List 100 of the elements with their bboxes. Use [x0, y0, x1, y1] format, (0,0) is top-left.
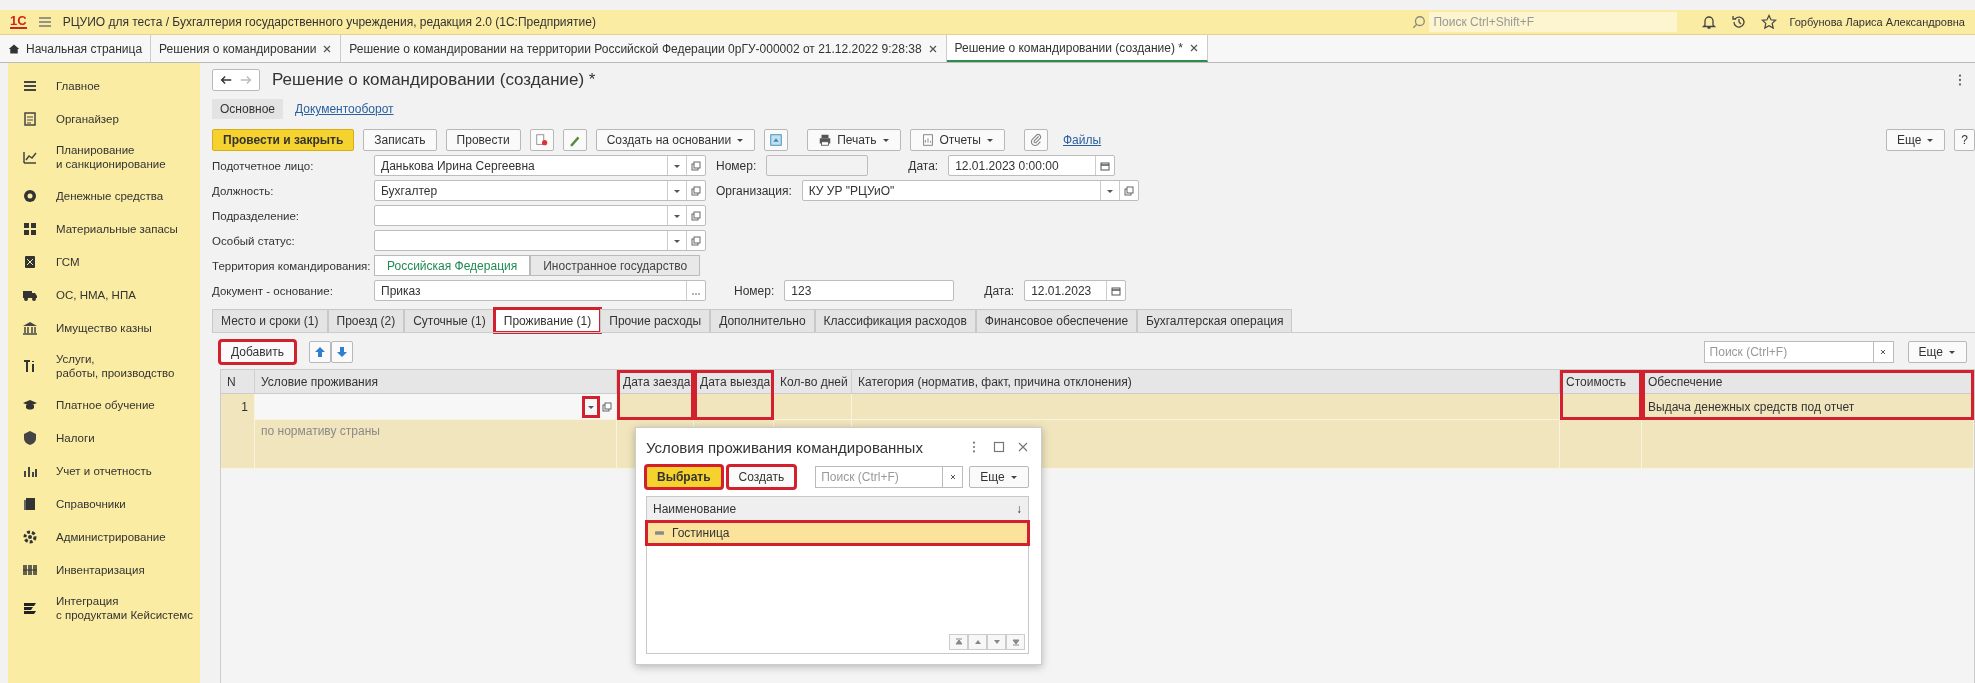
- section-link[interactable]: Основное: [212, 99, 283, 119]
- window-tab[interactable]: Решения о командировании: [151, 35, 342, 62]
- number-field[interactable]: [766, 155, 869, 176]
- save-button[interactable]: Записать: [363, 129, 437, 151]
- first-button[interactable]: [949, 634, 968, 650]
- down-button[interactable]: [987, 634, 1006, 650]
- structure-button[interactable]: [764, 129, 789, 151]
- column-header[interactable]: Кол-во дней: [774, 370, 852, 394]
- sidebar-item[interactable]: Платное обучение: [8, 388, 200, 421]
- select-field[interactable]: [374, 230, 706, 251]
- history-icon[interactable]: [1731, 14, 1748, 30]
- create-button[interactable]: Создать: [727, 466, 796, 488]
- date-field[interactable]: 12.01.2023 0:00:00: [948, 155, 1116, 176]
- document-action-button[interactable]: [562, 129, 587, 151]
- close-icon[interactable]: [1188, 42, 1199, 53]
- sidebar-item[interactable]: Интеграция с продуктами Кейсистемс: [8, 586, 200, 630]
- sidebar-item[interactable]: Справочники: [8, 487, 200, 520]
- open-icon[interactable]: [691, 185, 701, 196]
- sidebar-item[interactable]: Администрирование: [8, 520, 200, 553]
- select-button[interactable]: Выбрать: [646, 466, 722, 488]
- more-button[interactable]: Еще: [1885, 129, 1946, 151]
- move-up-button[interactable]: [309, 341, 332, 363]
- window-tab[interactable]: Начальная страница: [0, 35, 152, 62]
- search-field[interactable]: Поиск Ctrl+Shift+F: [1429, 12, 1678, 32]
- create-based-on-button[interactable]: Создать на основании: [595, 129, 756, 151]
- sidebar-item[interactable]: Планирование и санкционирование: [8, 135, 200, 179]
- dropdown-button[interactable]: [584, 397, 598, 416]
- sidebar-item[interactable]: Органайзер: [8, 102, 200, 135]
- more-button[interactable]: Еще: [969, 466, 1029, 488]
- navigation-buttons[interactable]: [212, 69, 260, 91]
- select-field[interactable]: Приказ: [374, 280, 706, 301]
- select-field[interactable]: Бухгалтер: [374, 180, 706, 201]
- open-icon[interactable]: [1123, 185, 1134, 196]
- sidebar-item[interactable]: Услуги, работы, производство: [8, 344, 200, 388]
- close-icon[interactable]: [1017, 441, 1029, 453]
- list-item[interactable]: Гостиница: [647, 522, 1028, 544]
- search-field[interactable]: Поиск (Ctrl+F): [815, 466, 944, 488]
- sidebar-item[interactable]: Главное: [8, 69, 200, 102]
- select-field[interactable]: Данькова Ирина Сергеевна: [374, 155, 706, 176]
- close-icon[interactable]: [927, 43, 938, 54]
- back-arrow-icon[interactable]: [219, 73, 233, 87]
- tab[interactable]: Проезд (2): [327, 309, 405, 332]
- calendar-icon[interactable]: [1100, 160, 1111, 171]
- tab[interactable]: Дополнительно: [710, 309, 815, 332]
- select-field[interactable]: [374, 205, 706, 226]
- move-down-button[interactable]: [331, 341, 354, 363]
- home-icon: [8, 42, 20, 55]
- tab[interactable]: Классификация расходов: [814, 309, 976, 332]
- tab[interactable]: Финансовое обеспечение: [975, 309, 1138, 332]
- post-and-close-button[interactable]: Провести и закрыть: [212, 129, 355, 151]
- reports-button[interactable]: Отчеты: [909, 129, 1005, 151]
- tab[interactable]: Суточные (1): [404, 309, 495, 332]
- up-button[interactable]: [968, 634, 987, 650]
- add-button[interactable]: Добавить: [220, 341, 296, 363]
- sidebar-item[interactable]: Учет и отчетность: [8, 454, 200, 487]
- tab[interactable]: Бухгалтерская операция: [1137, 309, 1293, 332]
- open-icon[interactable]: [691, 160, 701, 171]
- column-header[interactable]: N: [221, 370, 255, 394]
- user-name[interactable]: Горбунова Лариса Александровна: [1789, 16, 1965, 28]
- open-icon[interactable]: [602, 401, 612, 412]
- help-button[interactable]: ?: [1954, 129, 1975, 151]
- more-button[interactable]: Еще: [1907, 341, 1967, 363]
- toggle-option[interactable]: Иностранное государство: [530, 255, 701, 276]
- date-field[interactable]: 12.01.2023: [1024, 280, 1127, 301]
- menu-icon[interactable]: [36, 14, 53, 30]
- sidebar-item[interactable]: ОС, НМА, НПА: [8, 278, 200, 311]
- window-tab[interactable]: Решение о командировании (создание) *: [946, 35, 1208, 62]
- star-icon[interactable]: [1761, 14, 1778, 30]
- sidebar-item[interactable]: Инвентаризация: [8, 553, 200, 586]
- sort-indicator[interactable]: ↓: [1016, 502, 1022, 516]
- close-icon[interactable]: [322, 43, 333, 54]
- attachment-button[interactable]: [1024, 129, 1048, 151]
- sidebar-item[interactable]: Денежные средства: [8, 179, 200, 212]
- open-icon[interactable]: [691, 210, 701, 221]
- column-header[interactable]: Наименование: [653, 502, 737, 516]
- document-action-button[interactable]: [529, 129, 554, 151]
- print-button[interactable]: Печать: [807, 129, 901, 151]
- tab[interactable]: Прочие расходы: [600, 309, 711, 332]
- sidebar-item[interactable]: ГСМ: [8, 245, 200, 278]
- column-header[interactable]: Условие проживания: [255, 370, 617, 394]
- maximize-icon[interactable]: [993, 441, 1005, 453]
- post-button[interactable]: Провести: [445, 129, 521, 151]
- bell-icon[interactable]: [1701, 14, 1718, 30]
- number-field[interactable]: 123: [784, 280, 955, 301]
- section-link[interactable]: Документооборот: [287, 99, 402, 119]
- tab[interactable]: Проживание (1): [494, 309, 601, 332]
- tab[interactable]: Место и сроки (1): [212, 309, 328, 332]
- sidebar-item[interactable]: Материальные запасы: [8, 212, 200, 245]
- column-header[interactable]: Категория (норматив, факт, причина отклонения): [852, 370, 1560, 394]
- calendar-icon[interactable]: [1111, 285, 1122, 296]
- sidebar-item[interactable]: Налоги: [8, 421, 200, 454]
- toggle-option[interactable]: Российская Федерация: [374, 255, 531, 276]
- open-icon[interactable]: [691, 235, 701, 246]
- window-tab[interactable]: Решение о командировании на территории Российской Федерации 0рГУ-000002 от 21.12.2022 9:28:38: [341, 35, 947, 62]
- search-field[interactable]: Поиск (Ctrl+F): [1703, 341, 1874, 363]
- sidebar-item[interactable]: Имущество казны: [8, 311, 200, 344]
- select-field[interactable]: КУ УР "РЦУиО": [801, 180, 1139, 201]
- files-link[interactable]: Файлы: [1063, 133, 1102, 147]
- input-field[interactable]: [255, 394, 617, 420]
- last-button[interactable]: [1006, 634, 1025, 650]
